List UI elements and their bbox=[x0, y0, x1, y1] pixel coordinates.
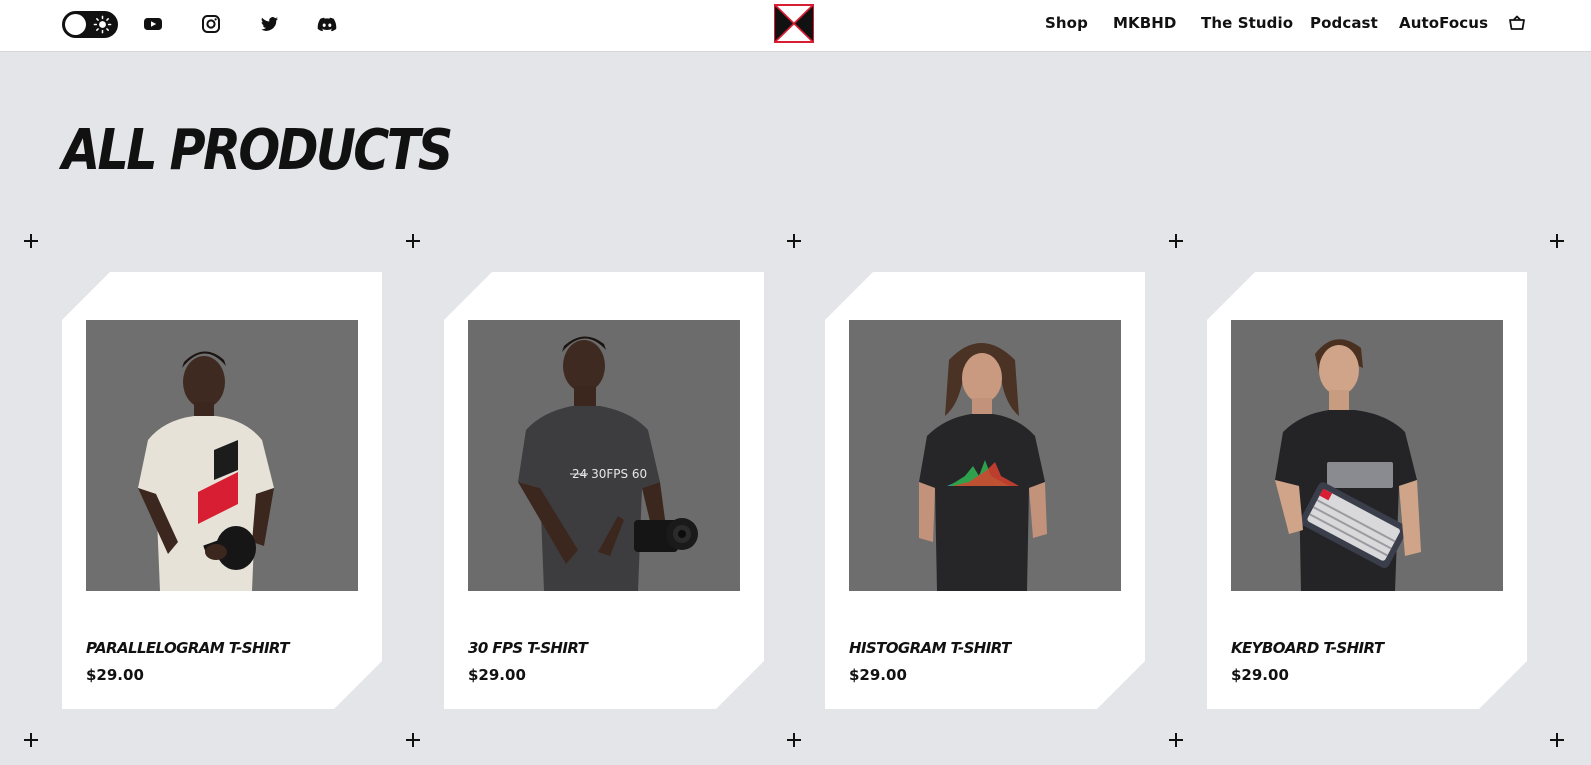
product-price: $29.00 bbox=[86, 666, 144, 684]
nav-the-studio[interactable]: The Studio bbox=[1201, 14, 1293, 36]
product-price: $29.00 bbox=[849, 666, 907, 684]
product-card[interactable]: HISTOGRAM T-SHIRT $29.00 bbox=[825, 272, 1145, 709]
twitter-icon[interactable] bbox=[258, 13, 280, 35]
grid-plus-marker bbox=[1550, 234, 1564, 248]
product-name[interactable]: PARALLELOGRAM T-SHIRT bbox=[86, 639, 289, 657]
grid-plus-marker bbox=[787, 733, 801, 747]
product-card[interactable]: 24 30FPS 60 30 FPS T-SHIRT $29.00 bbox=[444, 272, 764, 709]
product-name[interactable]: 30 FPS T-SHIRT bbox=[468, 639, 587, 657]
toggle-knob bbox=[65, 14, 86, 35]
site-header: Shop MKBHD The Studio Podcast AutoFocus bbox=[0, 0, 1591, 52]
product-photo[interactable] bbox=[86, 320, 358, 591]
product-card[interactable]: PARALLELOGRAM T-SHIRT $29.00 bbox=[62, 272, 382, 709]
grid-plus-marker bbox=[406, 733, 420, 747]
grid-plus-marker bbox=[24, 234, 38, 248]
model-photo-image bbox=[1231, 320, 1503, 591]
product-photo[interactable]: 24 30FPS 60 bbox=[468, 320, 740, 591]
model-photo-image: 24 30FPS 60 bbox=[468, 320, 740, 591]
grid-plus-marker bbox=[1169, 234, 1183, 248]
product-photo[interactable] bbox=[849, 320, 1121, 591]
grid-plus-marker bbox=[787, 234, 801, 248]
model-photo-image bbox=[86, 320, 358, 591]
cart-icon[interactable] bbox=[1508, 14, 1526, 32]
grid-plus-marker bbox=[1169, 733, 1183, 747]
nav-shop[interactable]: Shop bbox=[1045, 14, 1088, 36]
product-photo[interactable] bbox=[1231, 320, 1503, 591]
product-price: $29.00 bbox=[468, 666, 526, 684]
grid-plus-marker bbox=[24, 733, 38, 747]
product-card[interactable]: KEYBOARD T-SHIRT $29.00 bbox=[1207, 272, 1527, 709]
nav-mkbhd[interactable]: MKBHD bbox=[1113, 14, 1177, 36]
mkbhd-logo[interactable] bbox=[774, 4, 814, 44]
nav-podcast[interactable]: Podcast bbox=[1310, 14, 1378, 36]
sun-icon bbox=[93, 15, 112, 34]
discord-icon[interactable] bbox=[316, 13, 338, 35]
product-name[interactable]: KEYBOARD T-SHIRT bbox=[1231, 639, 1383, 657]
instagram-icon[interactable] bbox=[200, 13, 222, 35]
nav-autofocus[interactable]: AutoFocus bbox=[1399, 14, 1488, 36]
model-photo-image bbox=[849, 320, 1121, 591]
product-price: $29.00 bbox=[1231, 666, 1289, 684]
page-title: ALL PRODUCTS bbox=[62, 118, 453, 183]
youtube-icon[interactable] bbox=[142, 13, 164, 35]
grid-plus-marker bbox=[1550, 733, 1564, 747]
grid-plus-marker bbox=[406, 234, 420, 248]
theme-toggle[interactable] bbox=[62, 11, 118, 38]
product-name[interactable]: HISTOGRAM T-SHIRT bbox=[849, 639, 1011, 657]
